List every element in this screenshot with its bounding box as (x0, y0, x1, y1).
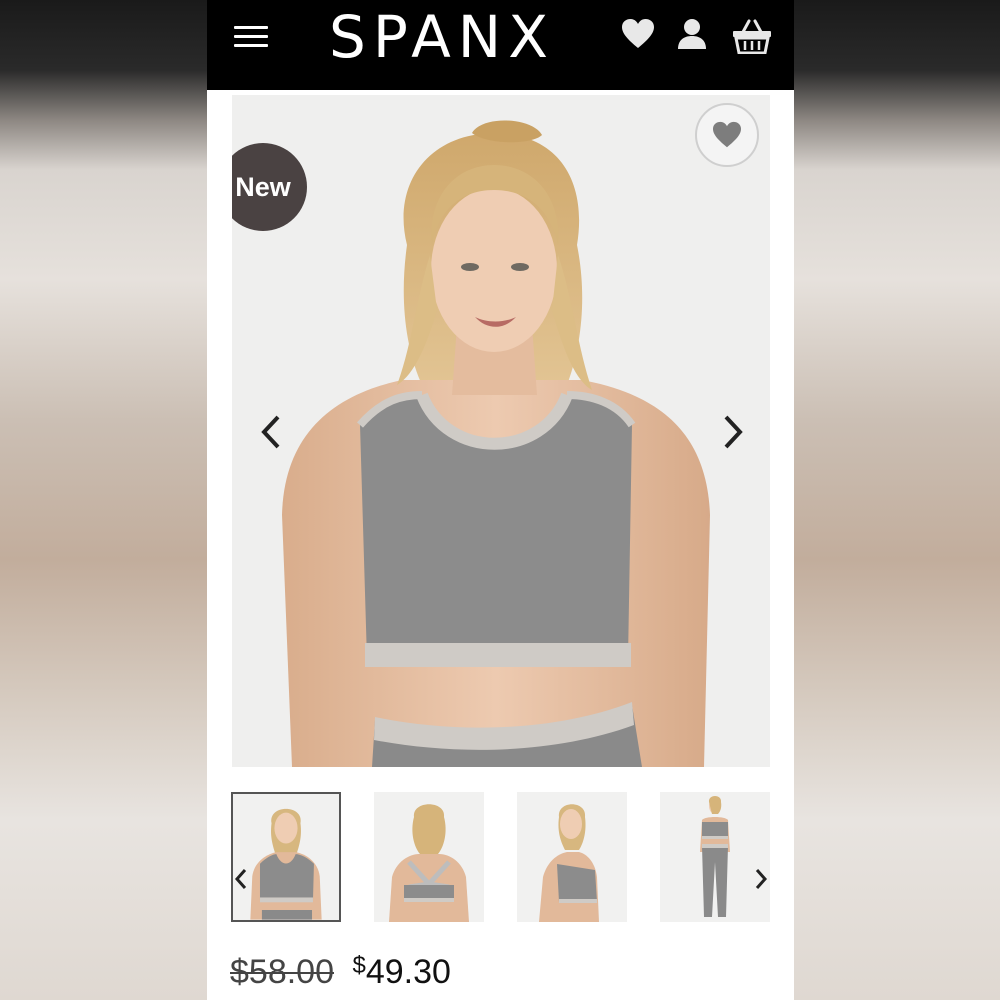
brand-logo[interactable]: SPANX (297, 2, 587, 72)
wishlist-heart-icon (713, 121, 741, 148)
top-nav-bar: SPANX (207, 0, 794, 90)
model-photo (232, 95, 770, 767)
product-main-image[interactable]: New (232, 95, 770, 767)
basket-icon[interactable] (732, 18, 772, 55)
user-icon[interactable] (677, 18, 707, 50)
thumbnail-strip (207, 792, 794, 927)
wishlist-button[interactable] (695, 103, 759, 167)
thumbnail-next-icon[interactable] (752, 866, 770, 892)
thumbnail-front[interactable] (231, 792, 341, 922)
sale-amount: 49.30 (365, 953, 451, 991)
price-row: $58.00 $49.30 (230, 952, 451, 1000)
menu-icon[interactable] (234, 24, 268, 50)
sale-price: $49.30 (352, 952, 451, 991)
chevron-right-icon[interactable] (718, 407, 748, 457)
thumbnail-side[interactable] (517, 792, 627, 922)
thumbnail-full-body[interactable] (660, 792, 770, 922)
sale-currency: $ (352, 952, 366, 979)
mobile-page: SPANX New (207, 0, 794, 1000)
heart-icon[interactable] (621, 18, 655, 50)
thumbnail-prev-icon[interactable] (232, 866, 250, 892)
chevron-left-icon[interactable] (256, 407, 286, 457)
thumbnail-back[interactable] (374, 792, 484, 922)
original-price: $58.00 (230, 953, 334, 991)
